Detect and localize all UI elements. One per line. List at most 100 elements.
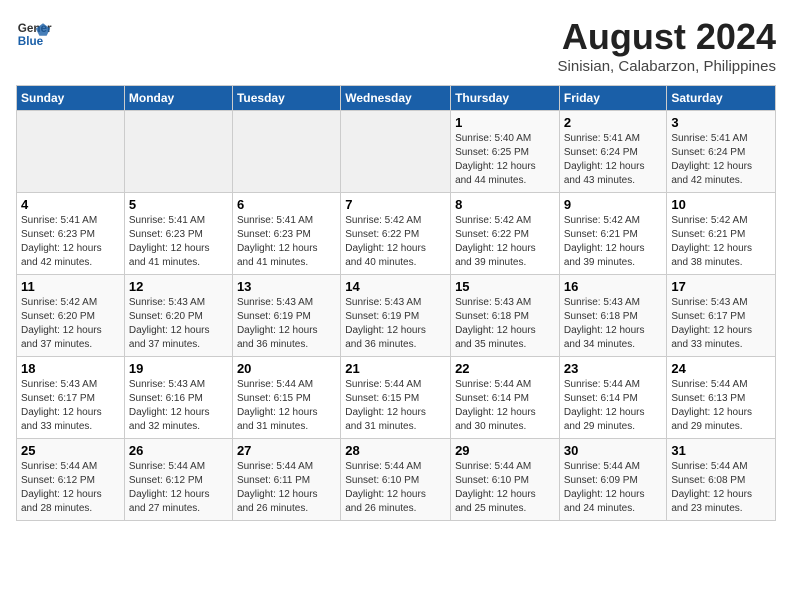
day-number: 31 <box>671 443 771 458</box>
calendar-day-header: Monday <box>124 86 232 111</box>
day-info: Sunrise: 5:44 AM Sunset: 6:10 PM Dayligh… <box>345 460 446 516</box>
day-number: 20 <box>237 361 336 376</box>
day-info: Sunrise: 5:42 AM Sunset: 6:22 PM Dayligh… <box>345 214 446 270</box>
calendar-cell: 9 Sunrise: 5:42 AM Sunset: 6:21 PM Daylig… <box>559 193 667 275</box>
day-number: 1 <box>455 115 555 130</box>
day-info: Sunrise: 5:41 AM Sunset: 6:23 PM Dayligh… <box>129 214 228 270</box>
day-info: Sunrise: 5:43 AM Sunset: 6:18 PM Dayligh… <box>455 296 555 352</box>
day-number: 23 <box>564 361 663 376</box>
day-number: 15 <box>455 279 555 294</box>
day-number: 27 <box>237 443 336 458</box>
day-number: 12 <box>129 279 228 294</box>
calendar-day-header: Friday <box>559 86 667 111</box>
calendar-cell: 27Sunrise: 5:44 AM Sunset: 6:11 PM Dayli… <box>232 439 340 521</box>
calendar-cell: 17 Sunrise: 5:43 AM Sunset: 6:17 PM Dayli… <box>667 275 776 357</box>
day-info: Sunrise: 5:42 AM Sunset: 6:21 PM Dayligh… <box>671 214 771 270</box>
day-info: Sunrise: 5:44 AM Sunset: 6:15 PM Dayligh… <box>237 378 336 434</box>
calendar-cell: 2 Sunrise: 5:41 AM Sunset: 6:24 PM Daylig… <box>559 111 667 193</box>
calendar-cell: 19 Sunrise: 5:43 AM Sunset: 6:16 PM Dayli… <box>124 357 232 439</box>
calendar-cell: 10 Sunrise: 5:42 AM Sunset: 6:21 PM Dayli… <box>667 193 776 275</box>
day-number: 13 <box>237 279 336 294</box>
day-number: 7 <box>345 197 446 212</box>
day-number: 19 <box>129 361 228 376</box>
day-number: 17 <box>671 279 771 294</box>
main-title: August 2024 <box>558 16 776 58</box>
day-info: Sunrise: 5:41 AM Sunset: 6:23 PM Dayligh… <box>21 214 120 270</box>
day-number: 2 <box>564 115 663 130</box>
calendar-cell <box>124 111 232 193</box>
calendar-cell: 5 Sunrise: 5:41 AM Sunset: 6:23 PM Daylig… <box>124 193 232 275</box>
day-number: 9 <box>564 197 663 212</box>
day-info: Sunrise: 5:42 AM Sunset: 6:21 PM Dayligh… <box>564 214 663 270</box>
calendar-cell <box>232 111 340 193</box>
day-info: Sunrise: 5:43 AM Sunset: 6:19 PM Dayligh… <box>345 296 446 352</box>
day-number: 16 <box>564 279 663 294</box>
calendar-header-row: SundayMondayTuesdayWednesdayThursdayFrid… <box>17 86 776 111</box>
day-info: Sunrise: 5:41 AM Sunset: 6:24 PM Dayligh… <box>564 132 663 188</box>
day-number: 3 <box>671 115 771 130</box>
title-area: August 2024 Sinisian, Calabarzon, Philip… <box>558 16 776 75</box>
calendar-cell: 31 Sunrise: 5:44 AM Sunset: 6:08 PM Dayli… <box>667 439 776 521</box>
logo: General Blue <box>16 16 52 52</box>
calendar-cell: 4 Sunrise: 5:41 AM Sunset: 6:23 PM Daylig… <box>17 193 125 275</box>
day-number: 8 <box>455 197 555 212</box>
calendar-cell: 29 Sunrise: 5:44 AM Sunset: 6:10 PM Dayli… <box>451 439 560 521</box>
day-number: 26 <box>129 443 228 458</box>
day-info: Sunrise: 5:41 AM Sunset: 6:24 PM Dayligh… <box>671 132 771 188</box>
calendar-cell: 3 Sunrise: 5:41 AM Sunset: 6:24 PM Daylig… <box>667 111 776 193</box>
day-number: 11 <box>21 279 120 294</box>
day-info: Sunrise: 5:44 AM Sunset: 6:08 PM Dayligh… <box>671 460 771 516</box>
day-info: Sunrise: 5:44 AM Sunset: 6:09 PM Dayligh… <box>564 460 663 516</box>
calendar-cell: 20 Sunrise: 5:44 AM Sunset: 6:15 PM Dayli… <box>232 357 340 439</box>
calendar-cell <box>341 111 451 193</box>
day-info: Sunrise: 5:43 AM Sunset: 6:18 PM Dayligh… <box>564 296 663 352</box>
day-number: 22 <box>455 361 555 376</box>
calendar-day-header: Tuesday <box>232 86 340 111</box>
day-number: 10 <box>671 197 771 212</box>
calendar-cell: 21 Sunrise: 5:44 AM Sunset: 6:15 PM Dayli… <box>341 357 451 439</box>
day-info: Sunrise: 5:44 AM Sunset: 6:12 PM Dayligh… <box>21 460 120 516</box>
calendar-cell: 24Sunrise: 5:44 AM Sunset: 6:13 PM Dayli… <box>667 357 776 439</box>
day-info: Sunrise: 5:43 AM Sunset: 6:17 PM Dayligh… <box>671 296 771 352</box>
day-number: 28 <box>345 443 446 458</box>
day-info: Sunrise: 5:44 AM Sunset: 6:10 PM Dayligh… <box>455 460 555 516</box>
calendar-cell: 18 Sunrise: 5:43 AM Sunset: 6:17 PM Dayli… <box>17 357 125 439</box>
day-number: 18 <box>21 361 120 376</box>
calendar-cell: 7 Sunrise: 5:42 AM Sunset: 6:22 PM Daylig… <box>341 193 451 275</box>
calendar-week-row: 18 Sunrise: 5:43 AM Sunset: 6:17 PM Dayli… <box>17 357 776 439</box>
calendar-cell: 11Sunrise: 5:42 AM Sunset: 6:20 PM Dayli… <box>17 275 125 357</box>
day-number: 30 <box>564 443 663 458</box>
day-info: Sunrise: 5:44 AM Sunset: 6:14 PM Dayligh… <box>564 378 663 434</box>
calendar-cell: 1 Sunrise: 5:40 AM Sunset: 6:25 PM Daylig… <box>451 111 560 193</box>
calendar-cell: 23 Sunrise: 5:44 AM Sunset: 6:14 PM Dayli… <box>559 357 667 439</box>
calendar-day-header: Wednesday <box>341 86 451 111</box>
day-number: 4 <box>21 197 120 212</box>
day-info: Sunrise: 5:43 AM Sunset: 6:20 PM Dayligh… <box>129 296 228 352</box>
calendar-day-header: Thursday <box>451 86 560 111</box>
day-info: Sunrise: 5:43 AM Sunset: 6:16 PM Dayligh… <box>129 378 228 434</box>
day-info: Sunrise: 5:41 AM Sunset: 6:23 PM Dayligh… <box>237 214 336 270</box>
svg-text:Blue: Blue <box>18 35 44 48</box>
subtitle: Sinisian, Calabarzon, Philippines <box>558 58 776 75</box>
calendar-week-row: 11Sunrise: 5:42 AM Sunset: 6:20 PM Dayli… <box>17 275 776 357</box>
calendar-day-header: Sunday <box>17 86 125 111</box>
calendar-day-header: Saturday <box>667 86 776 111</box>
calendar-cell <box>17 111 125 193</box>
calendar-cell: 26Sunrise: 5:44 AM Sunset: 6:12 PM Dayli… <box>124 439 232 521</box>
day-info: Sunrise: 5:44 AM Sunset: 6:15 PM Dayligh… <box>345 378 446 434</box>
day-number: 29 <box>455 443 555 458</box>
day-number: 21 <box>345 361 446 376</box>
day-info: Sunrise: 5:44 AM Sunset: 6:14 PM Dayligh… <box>455 378 555 434</box>
calendar-cell: 16 Sunrise: 5:43 AM Sunset: 6:18 PM Dayli… <box>559 275 667 357</box>
calendar-week-row: 1 Sunrise: 5:40 AM Sunset: 6:25 PM Daylig… <box>17 111 776 193</box>
day-number: 24 <box>671 361 771 376</box>
day-info: Sunrise: 5:40 AM Sunset: 6:25 PM Dayligh… <box>455 132 555 188</box>
calendar-cell: 30 Sunrise: 5:44 AM Sunset: 6:09 PM Dayli… <box>559 439 667 521</box>
day-number: 5 <box>129 197 228 212</box>
day-info: Sunrise: 5:43 AM Sunset: 6:17 PM Dayligh… <box>21 378 120 434</box>
day-info: Sunrise: 5:42 AM Sunset: 6:22 PM Dayligh… <box>455 214 555 270</box>
calendar-week-row: 4 Sunrise: 5:41 AM Sunset: 6:23 PM Daylig… <box>17 193 776 275</box>
calendar-cell: 12 Sunrise: 5:43 AM Sunset: 6:20 PM Dayli… <box>124 275 232 357</box>
calendar-body: 1 Sunrise: 5:40 AM Sunset: 6:25 PM Daylig… <box>17 111 776 521</box>
day-info: Sunrise: 5:43 AM Sunset: 6:19 PM Dayligh… <box>237 296 336 352</box>
